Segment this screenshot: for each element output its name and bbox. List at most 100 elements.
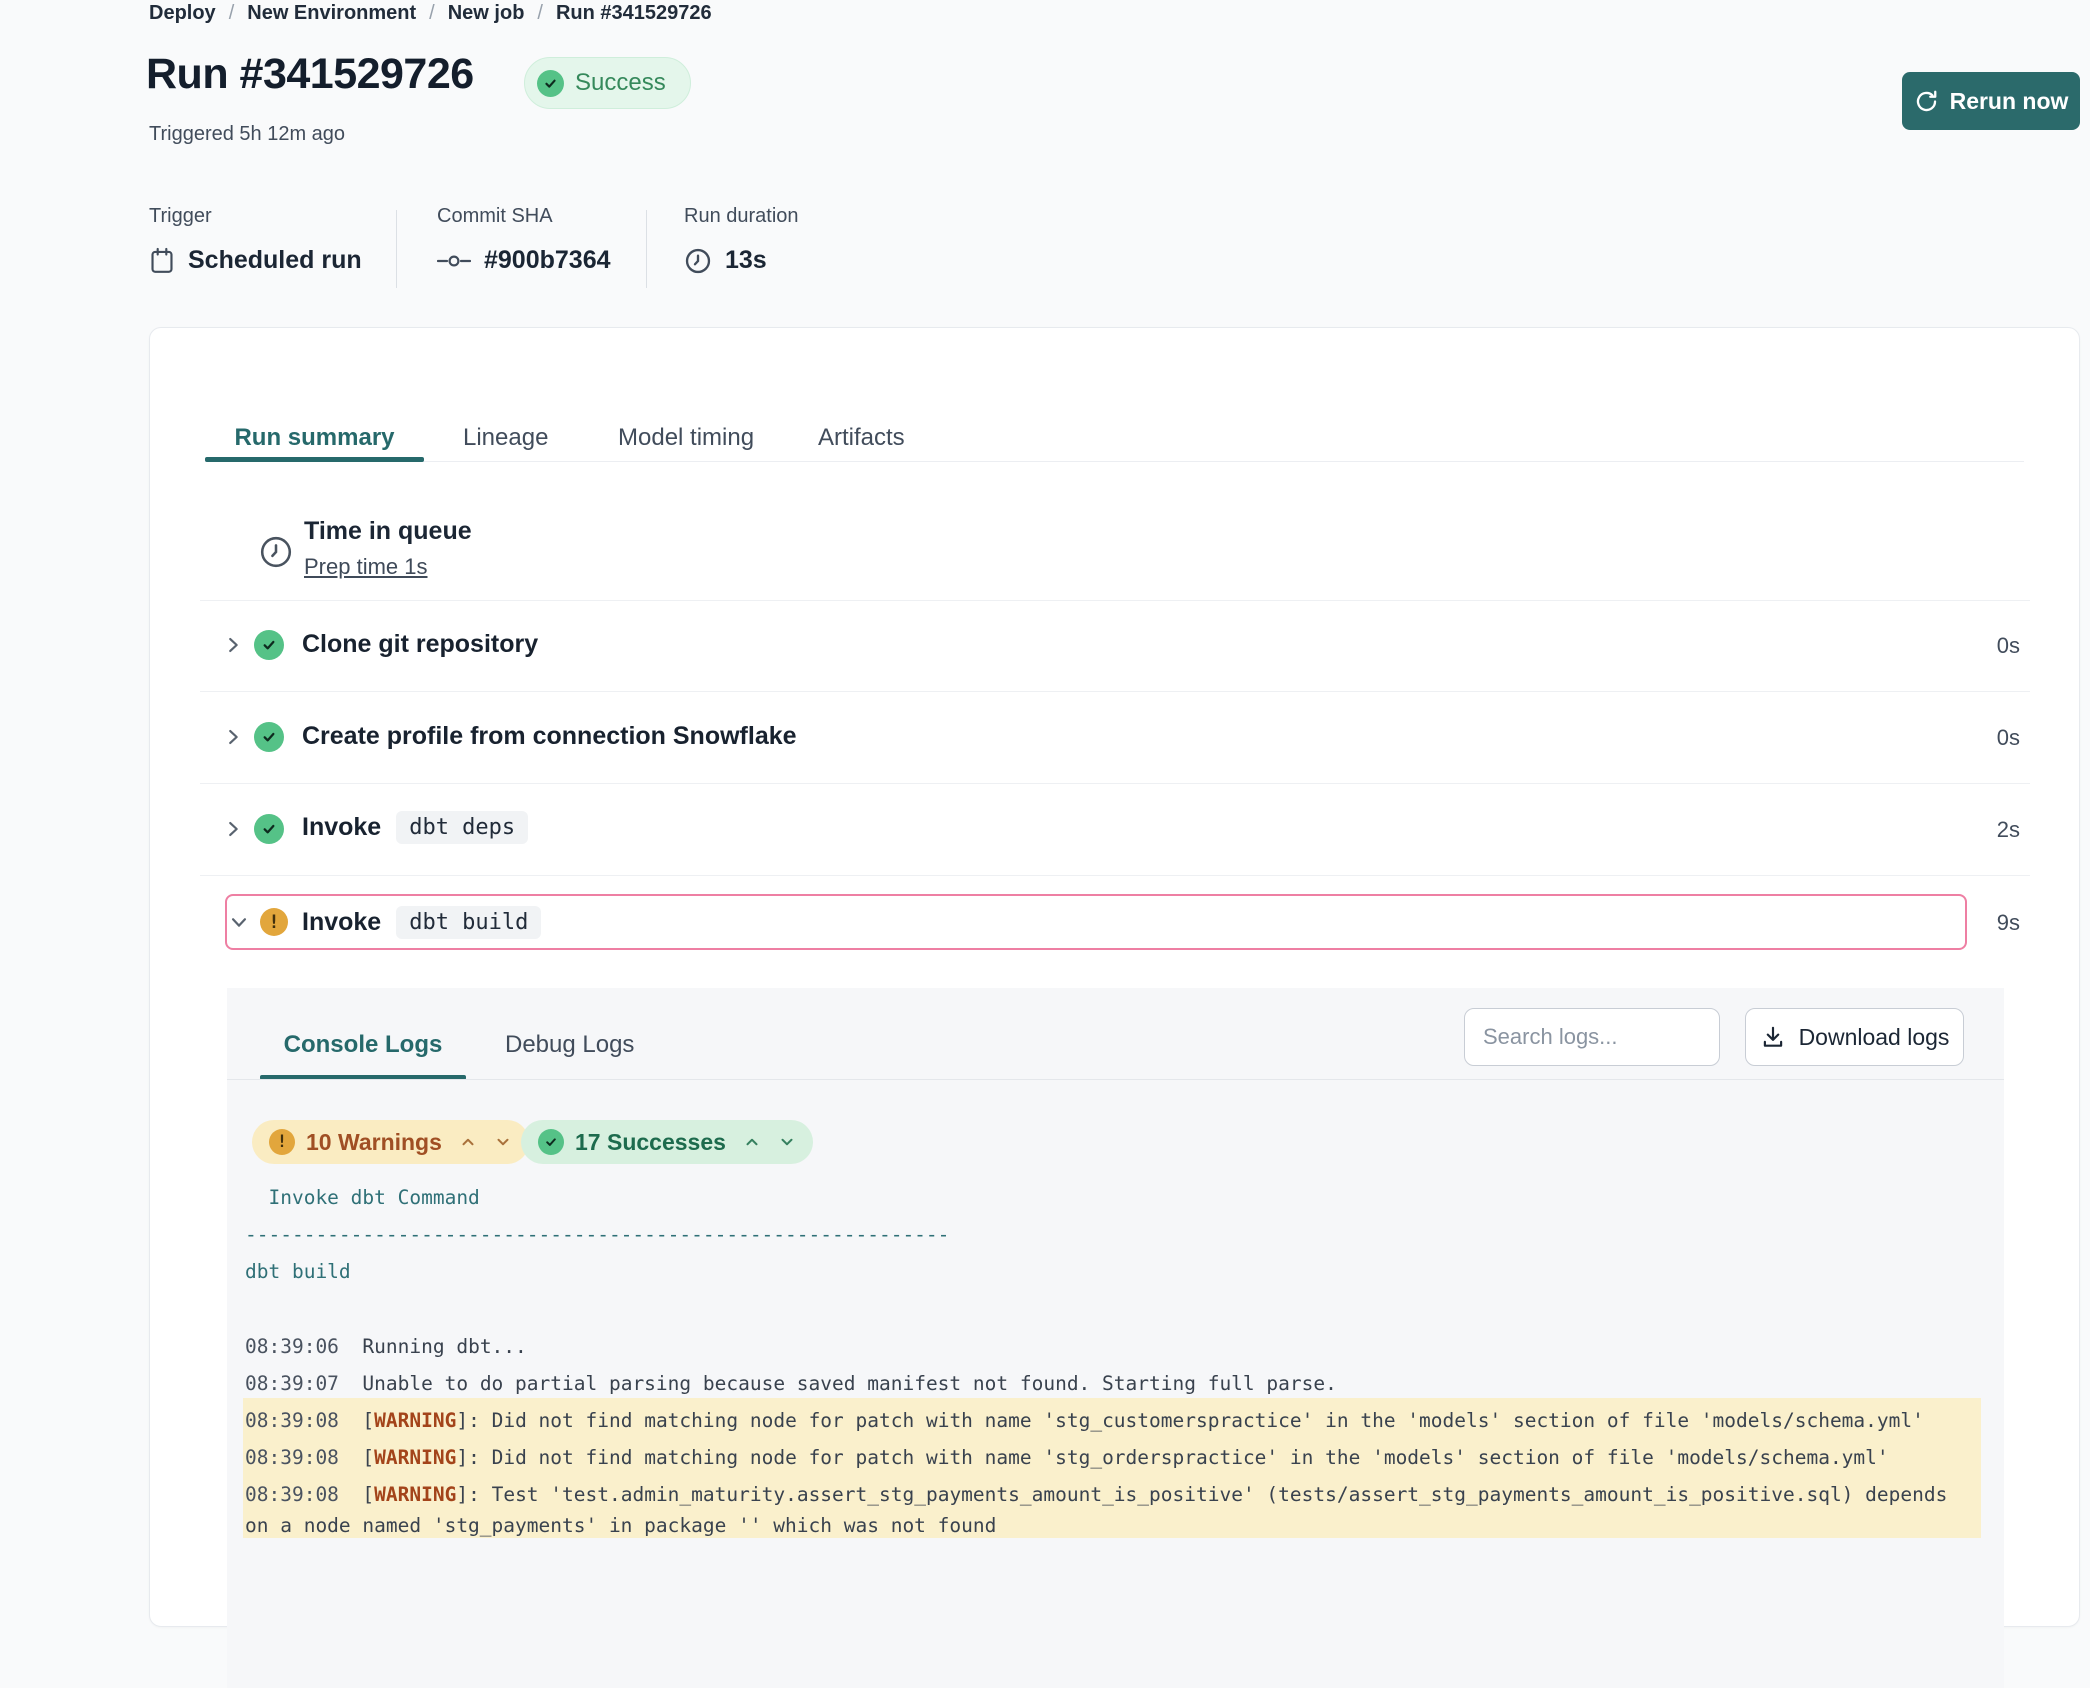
commit-sha-label: Commit SHA (437, 205, 553, 228)
step-invoke-dbt-build[interactable]: Invoke dbt build (302, 906, 541, 939)
breadcrumb-separator: / (537, 2, 543, 25)
log-message: Test 'test.admin_maturity.assert_stg_pay… (480, 1483, 1948, 1506)
warning-tag: WARNING (374, 1409, 456, 1432)
time-in-queue-title: Time in queue (304, 517, 472, 546)
warning-exclamation: ! (268, 911, 279, 933)
warning-tag-bracket: ]: (456, 1409, 479, 1432)
log-command: dbt build (245, 1260, 351, 1283)
log-line: 08:39:07 Unable to do partial parsing bec… (245, 1372, 1337, 1395)
step-label-text: Invoke (302, 813, 381, 842)
log-timestamp: 08:39:07 (245, 1372, 339, 1395)
chevron-up-icon[interactable] (743, 1133, 761, 1151)
log-timestamp: 08:39:08 (245, 1483, 339, 1506)
log-message: on a node named 'stg_payments' in packag… (245, 1514, 996, 1537)
warnings-filter-badge[interactable]: ! 10 Warnings (252, 1120, 529, 1164)
page-title: Run #341529726 (146, 50, 474, 99)
step-duration: 0s (1940, 633, 2020, 659)
row-divider (200, 691, 2030, 692)
commit-sha-value: #900b7364 (437, 246, 611, 275)
step-success-icon (254, 814, 284, 844)
log-line-warning: 08:39:08 [WARNING]: Did not find matching… (245, 1446, 1889, 1469)
queue-clock-icon (258, 534, 294, 570)
success-check-icon (538, 1129, 564, 1155)
log-command-header: Invoke dbt Command (245, 1186, 480, 1209)
chevron-up-icon[interactable] (459, 1133, 477, 1151)
log-timestamp: 08:39:08 (245, 1409, 339, 1432)
trigger-value: Scheduled run (149, 246, 362, 275)
log-line-warning: 08:39:08 [WARNING]: Did not find matching… (245, 1409, 1924, 1432)
step-label-text: Invoke (302, 908, 381, 937)
tab-debug-logs[interactable]: Debug Logs (505, 1031, 634, 1059)
git-commit-icon (437, 253, 471, 269)
status-badge: Success (524, 57, 691, 109)
row-divider (200, 875, 2030, 876)
breadcrumb-item-deploy[interactable]: Deploy (149, 2, 216, 25)
warning-tag-bracket: [ (362, 1409, 374, 1432)
tab-artifacts[interactable]: Artifacts (818, 424, 905, 452)
prep-time-link[interactable]: Prep time 1s (304, 554, 428, 580)
chevron-down-icon[interactable] (778, 1133, 796, 1151)
download-logs-label: Download logs (1799, 1024, 1950, 1051)
log-timestamp: 08:39:06 (245, 1335, 339, 1358)
rerun-now-button[interactable]: Rerun now (1902, 72, 2080, 130)
tab-lineage[interactable]: Lineage (463, 424, 548, 452)
step-create-profile[interactable]: Create profile from connection Snowflake (302, 722, 797, 751)
chevron-right-icon[interactable] (222, 634, 244, 656)
log-message: Did not find matching node for patch wit… (480, 1409, 1924, 1432)
breadcrumb-item-environment[interactable]: New Environment (247, 2, 416, 25)
successes-filter-badge[interactable]: 17 Successes (521, 1120, 813, 1164)
success-check-icon (537, 70, 564, 97)
rerun-now-label: Rerun now (1950, 88, 2069, 115)
log-message: Running dbt... (362, 1335, 526, 1358)
warning-tag-bracket: ]: (456, 1483, 479, 1506)
log-message: Unable to do partial parsing because sav… (362, 1372, 1336, 1395)
tabs-divider (205, 461, 2024, 462)
row-divider (200, 600, 2030, 601)
trigger-value-text: Scheduled run (188, 246, 362, 275)
step-clone-git[interactable]: Clone git repository (302, 630, 538, 659)
log-timestamp: 08:39:08 (245, 1446, 339, 1469)
chevron-down-icon[interactable] (494, 1133, 512, 1151)
tab-active-underline (205, 457, 424, 462)
breadcrumb-item-job[interactable]: New job (448, 2, 525, 25)
warning-tag-bracket: ]: (456, 1446, 479, 1469)
log-line-warning-continuation: on a node named 'stg_payments' in packag… (245, 1514, 996, 1537)
tab-model-timing[interactable]: Model timing (618, 424, 754, 452)
tab-console-logs[interactable]: Console Logs (260, 1031, 466, 1059)
search-logs-input[interactable] (1464, 1008, 1720, 1066)
chevron-right-icon[interactable] (222, 726, 244, 748)
meta-divider (396, 210, 397, 288)
download-logs-button[interactable]: Download logs (1745, 1008, 1964, 1066)
warning-tag-bracket: [ (362, 1483, 374, 1506)
chevron-right-icon[interactable] (222, 818, 244, 840)
log-message: Did not find matching node for patch wit… (480, 1446, 1889, 1469)
breadcrumb-item-run: Run #341529726 (556, 2, 712, 25)
warning-tag-bracket: [ (362, 1446, 374, 1469)
run-duration-text: 13s (725, 246, 767, 275)
warning-tag: WARNING (374, 1483, 456, 1506)
refresh-icon (1914, 89, 1939, 114)
download-icon (1760, 1024, 1786, 1050)
run-duration-value: 13s (684, 246, 767, 275)
chevron-down-icon[interactable] (228, 911, 250, 933)
dbt-deps-command-chip: dbt deps (396, 811, 528, 844)
step-success-icon (254, 630, 284, 660)
clock-icon (684, 247, 712, 275)
step-invoke-dbt-deps[interactable]: Invoke dbt deps (302, 811, 528, 844)
dbt-build-command-chip: dbt build (396, 906, 541, 939)
warning-exclamation: ! (277, 1132, 287, 1152)
step-duration: 0s (1940, 725, 2020, 751)
log-line-warning: 08:39:08 [WARNING]: Test 'test.admin_matu… (245, 1483, 1947, 1506)
breadcrumb: Deploy / New Environment / New job / Run… (149, 2, 712, 25)
run-duration-label: Run duration (684, 205, 799, 228)
calendar-icon (149, 247, 175, 275)
trigger-label: Trigger (149, 205, 212, 228)
warning-icon: ! (269, 1129, 295, 1155)
triggered-timestamp: Triggered 5h 12m ago (149, 123, 345, 146)
status-badge-label: Success (575, 69, 666, 97)
console-tabs-divider (227, 1079, 2004, 1080)
log-divider: ----------------------------------------… (245, 1223, 949, 1246)
warning-tag: WARNING (374, 1446, 456, 1469)
tab-run-summary[interactable]: Run summary (205, 424, 424, 452)
breadcrumb-separator: / (229, 2, 235, 25)
